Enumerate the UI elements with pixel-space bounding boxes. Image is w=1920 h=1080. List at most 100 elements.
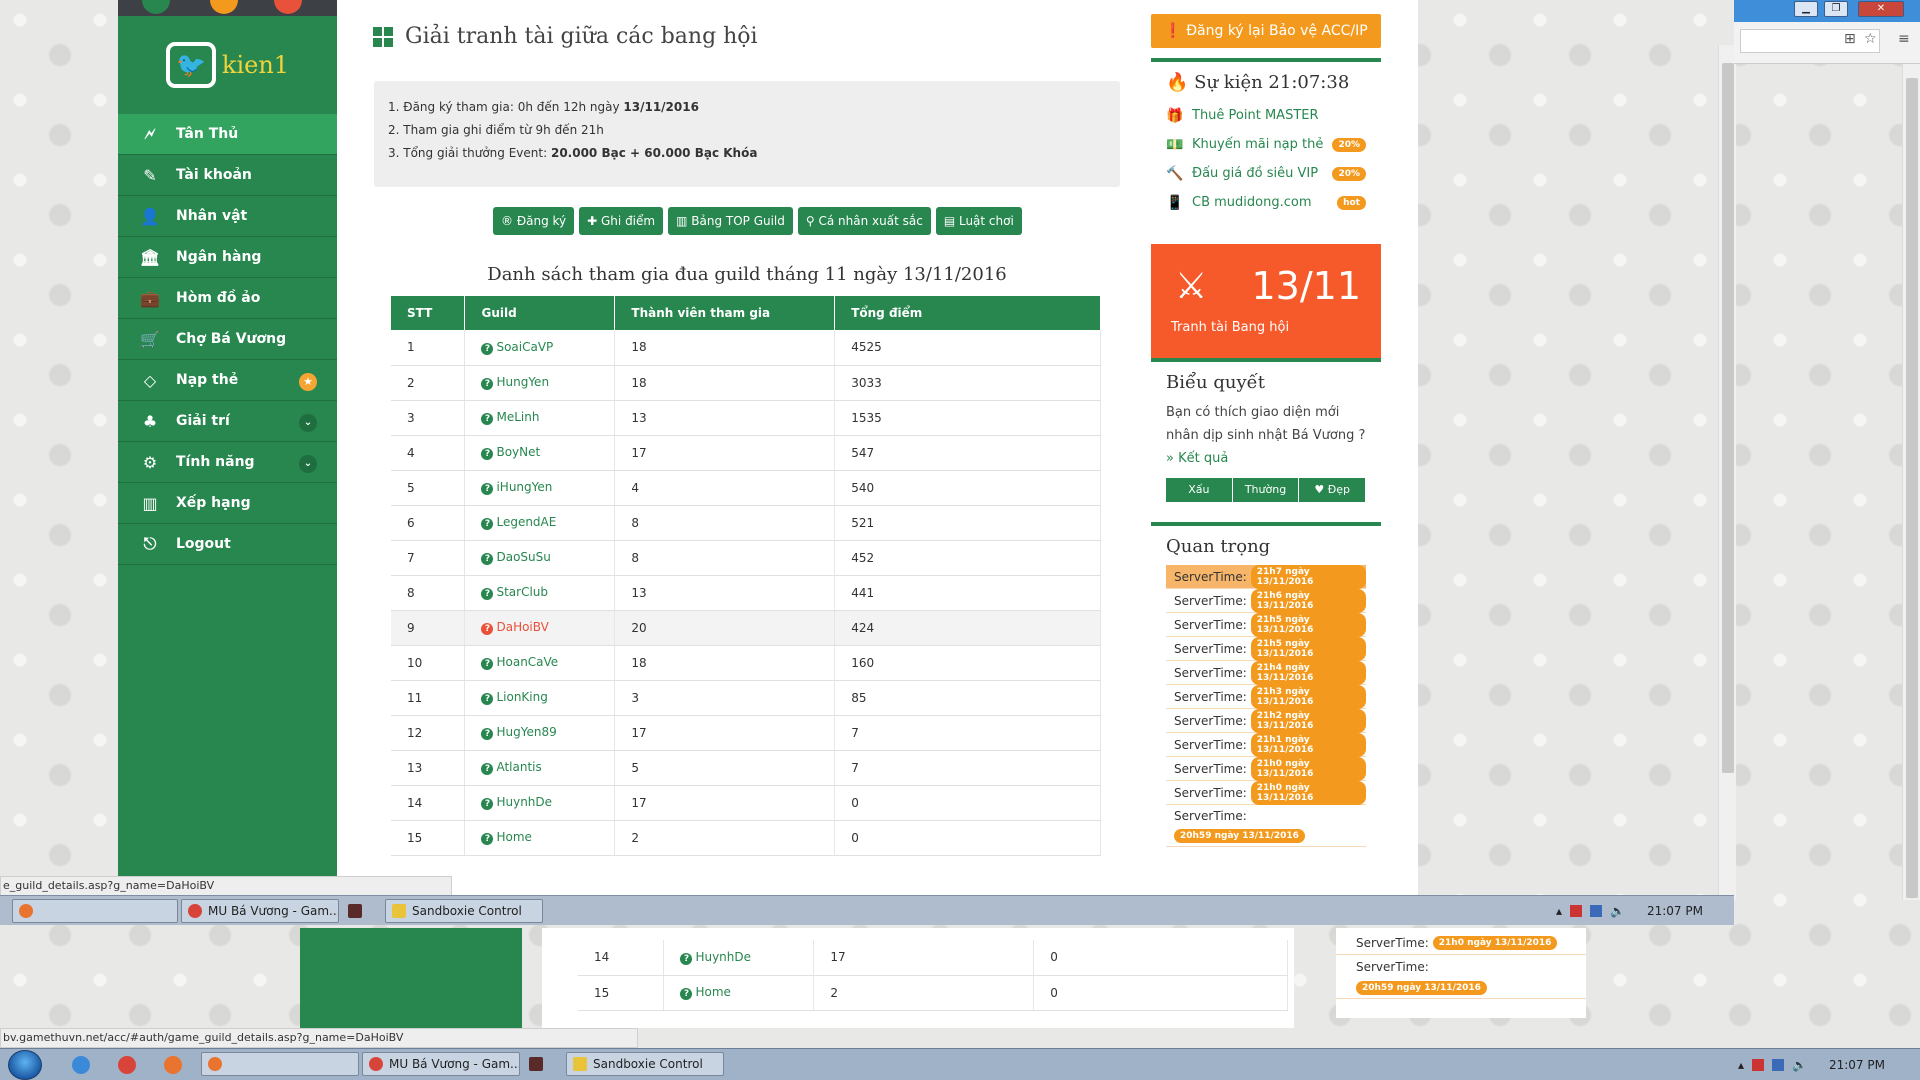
cell-guild[interactable]: ? DaoSuSu bbox=[464, 540, 616, 576]
guild-link[interactable]: Home bbox=[496, 830, 531, 844]
circle-green-icon[interactable] bbox=[142, 0, 170, 14]
close-icon[interactable]: ✕ bbox=[1858, 1, 1904, 17]
action-button-1[interactable]: ✚ Ghi điểm bbox=[579, 207, 664, 235]
cell-guild[interactable]: ? HugYen89 bbox=[464, 715, 616, 751]
event-item-2[interactable]: 🔨 Đấu giá đồ siêu VIP 20% bbox=[1166, 159, 1366, 188]
sidebar-item-10[interactable]: ⎋ Logout bbox=[118, 524, 337, 565]
start-button[interactable] bbox=[8, 1050, 42, 1080]
action-button-0[interactable]: ® Đăng ký bbox=[493, 207, 575, 235]
address-bar[interactable] bbox=[1740, 29, 1880, 53]
sidebar-item-3[interactable]: 🏛 Ngân hàng bbox=[118, 237, 337, 278]
cell-guild[interactable]: ? HoanCaVe bbox=[464, 645, 616, 681]
task-sandboxie-bottom[interactable]: Sandboxie Control bbox=[566, 1052, 724, 1076]
circle-orange-icon[interactable] bbox=[210, 0, 238, 14]
poll-option-0[interactable]: Xấu bbox=[1166, 478, 1233, 502]
guild-link[interactable]: DaoSuSu bbox=[496, 550, 550, 564]
servertime-badge: 21h0 ngày 13/11/2016 bbox=[1250, 756, 1366, 781]
sidebar-item-8[interactable]: ⚙ Tính năng ⌄ bbox=[118, 442, 337, 483]
volume-icon[interactable]: 🔈 bbox=[1610, 904, 1625, 918]
task-firefox-bottom[interactable] bbox=[201, 1052, 359, 1076]
poll-option-2[interactable]: ♥ Đẹp bbox=[1299, 478, 1367, 502]
action-button-3[interactable]: ⚲ Cá nhân xuất sắc bbox=[797, 207, 931, 235]
task-sandboxie[interactable]: Sandboxie Control bbox=[385, 898, 543, 923]
guild-link[interactable]: LegendAE bbox=[496, 515, 556, 529]
sidebar-item-4[interactable]: 💼 Hòm đồ ảo bbox=[118, 278, 337, 319]
cell-guild[interactable]: ? HungYen bbox=[464, 365, 616, 401]
cell-guild[interactable]: ? MeLinh bbox=[464, 400, 616, 436]
sidebar-item-1[interactable]: ✎ Tài khoản bbox=[118, 155, 337, 196]
sidebar-item-9[interactable]: ▥ Xếp hạng bbox=[118, 483, 337, 524]
chrome-icon[interactable] bbox=[118, 1056, 136, 1074]
guild-link[interactable]: MeLinh bbox=[496, 410, 539, 424]
guild-link[interactable]: Home bbox=[695, 985, 730, 999]
cell-guild[interactable]: ? DaHoiBV bbox=[464, 610, 616, 646]
register-protection-button[interactable]: ❗ Đăng ký lại Bảo vệ ACC/IP bbox=[1151, 14, 1381, 48]
cell-guild[interactable]: ? Atlantis bbox=[464, 750, 616, 786]
star-icon[interactable]: ☆ bbox=[1864, 31, 1877, 47]
guild-link[interactable]: HuynhDe bbox=[496, 795, 552, 809]
guild-link[interactable]: BoyNet bbox=[496, 445, 540, 459]
restore-icon[interactable]: ❐ bbox=[1824, 1, 1848, 17]
tray-app-icon[interactable] bbox=[1752, 1059, 1765, 1071]
poll-option-1[interactable]: Thường bbox=[1232, 478, 1300, 502]
tray-arrow-icon[interactable]: ▴ bbox=[1556, 904, 1562, 918]
sidebar-item-7[interactable]: ♣ Giải trí ⌄ bbox=[118, 401, 337, 442]
cell-guild[interactable]: ? SoaiCaVP bbox=[464, 330, 616, 366]
guild-link[interactable]: Atlantis bbox=[496, 760, 541, 774]
cell-guild[interactable]: ? Home bbox=[663, 975, 815, 1011]
guild-link[interactable]: HugYen89 bbox=[496, 725, 556, 739]
minimize-icon[interactable]: ▁ bbox=[1794, 1, 1818, 17]
volume-icon[interactable]: 🔈 bbox=[1792, 1058, 1807, 1072]
ie-icon[interactable] bbox=[72, 1056, 90, 1074]
tray-clock[interactable]: 21:07 PM bbox=[1647, 904, 1703, 918]
poll-results-link[interactable]: » Kết quả bbox=[1166, 451, 1228, 466]
sidebar-item-0[interactable]: 🗲 Tân Thủ bbox=[118, 114, 337, 155]
guild-link[interactable]: HungYen bbox=[496, 375, 549, 389]
event-item-1[interactable]: 💵 Khuyến mãi nạp thẻ 20% bbox=[1166, 130, 1366, 159]
action-button-2[interactable]: ▥ Bảng TOP Guild bbox=[668, 207, 793, 235]
guild-link[interactable]: DaHoiBV bbox=[496, 620, 548, 634]
guild-link[interactable]: StarClub bbox=[496, 585, 548, 599]
task-chrome[interactable]: MU Bá Vương - Gam... bbox=[181, 898, 339, 923]
cell-guild[interactable]: ? HuynhDe bbox=[663, 940, 815, 976]
circle-red-icon[interactable] bbox=[274, 0, 302, 14]
event-item-0[interactable]: 🎁 Thuê Point MASTER bbox=[1166, 101, 1366, 130]
cell-guild[interactable]: ? LegendAE bbox=[464, 505, 616, 541]
cell-guild[interactable]: ? Home bbox=[464, 820, 616, 856]
guild-link[interactable]: iHungYen bbox=[496, 480, 552, 494]
outer-scrollbar[interactable] bbox=[1902, 64, 1920, 900]
tray-network-icon[interactable] bbox=[1590, 905, 1603, 917]
sidebar-item-2[interactable]: 👤 Nhân vật bbox=[118, 196, 337, 237]
sidebar-item-6[interactable]: ◇ Nạp thẻ ★ bbox=[118, 360, 337, 401]
tray-network-icon[interactable] bbox=[1772, 1059, 1785, 1071]
chevron-down-icon[interactable]: ⌄ bbox=[299, 414, 317, 432]
page-scrollbar[interactable] bbox=[1718, 45, 1736, 900]
logo[interactable]: 🐦 kien1 bbox=[118, 16, 337, 114]
guild-link[interactable]: HoanCaVe bbox=[496, 655, 558, 669]
event-item-3[interactable]: 📱 CB mudidong.com hot bbox=[1166, 188, 1366, 217]
task-game[interactable] bbox=[342, 899, 382, 923]
tray-clock[interactable]: 21:07 PM bbox=[1829, 1058, 1885, 1072]
cell-guild[interactable]: ? StarClub bbox=[464, 575, 616, 611]
task-firefox[interactable] bbox=[12, 898, 178, 923]
cell-guild[interactable]: ? HuynhDe bbox=[464, 785, 616, 821]
guild-battle-card[interactable]: ⚔ 13/11 Tranh tài Bang hội bbox=[1151, 244, 1381, 358]
firefox-icon[interactable] bbox=[164, 1056, 182, 1074]
action-button-4[interactable]: ▤ Luật chơi bbox=[935, 207, 1022, 235]
menu-icon[interactable]: ≡ bbox=[1898, 31, 1910, 47]
tray-arrow-icon[interactable]: ▴ bbox=[1738, 1058, 1744, 1072]
tray-app-icon[interactable] bbox=[1570, 905, 1583, 917]
task-game-bottom[interactable] bbox=[523, 1052, 563, 1076]
guild-link[interactable]: SoaiCaVP bbox=[496, 340, 553, 354]
translate-icon[interactable]: ⊞ bbox=[1844, 31, 1856, 47]
guild-link[interactable]: HuynhDe bbox=[695, 950, 751, 964]
task-chrome-bottom[interactable]: MU Bá Vương - Gam... bbox=[362, 1052, 520, 1076]
cell-guild[interactable]: ? LionKing bbox=[464, 680, 616, 716]
outer-scrollbar-thumb[interactable] bbox=[1906, 78, 1918, 898]
chevron-down-icon[interactable]: ⌄ bbox=[299, 455, 317, 473]
sidebar-item-5[interactable]: 🛒 Chợ Bá Vương bbox=[118, 319, 337, 360]
guild-link[interactable]: LionKing bbox=[496, 690, 547, 704]
cell-guild[interactable]: ? BoyNet bbox=[464, 435, 616, 471]
scrollbar-thumb[interactable] bbox=[1722, 63, 1734, 773]
cell-guild[interactable]: ? iHungYen bbox=[464, 470, 616, 506]
